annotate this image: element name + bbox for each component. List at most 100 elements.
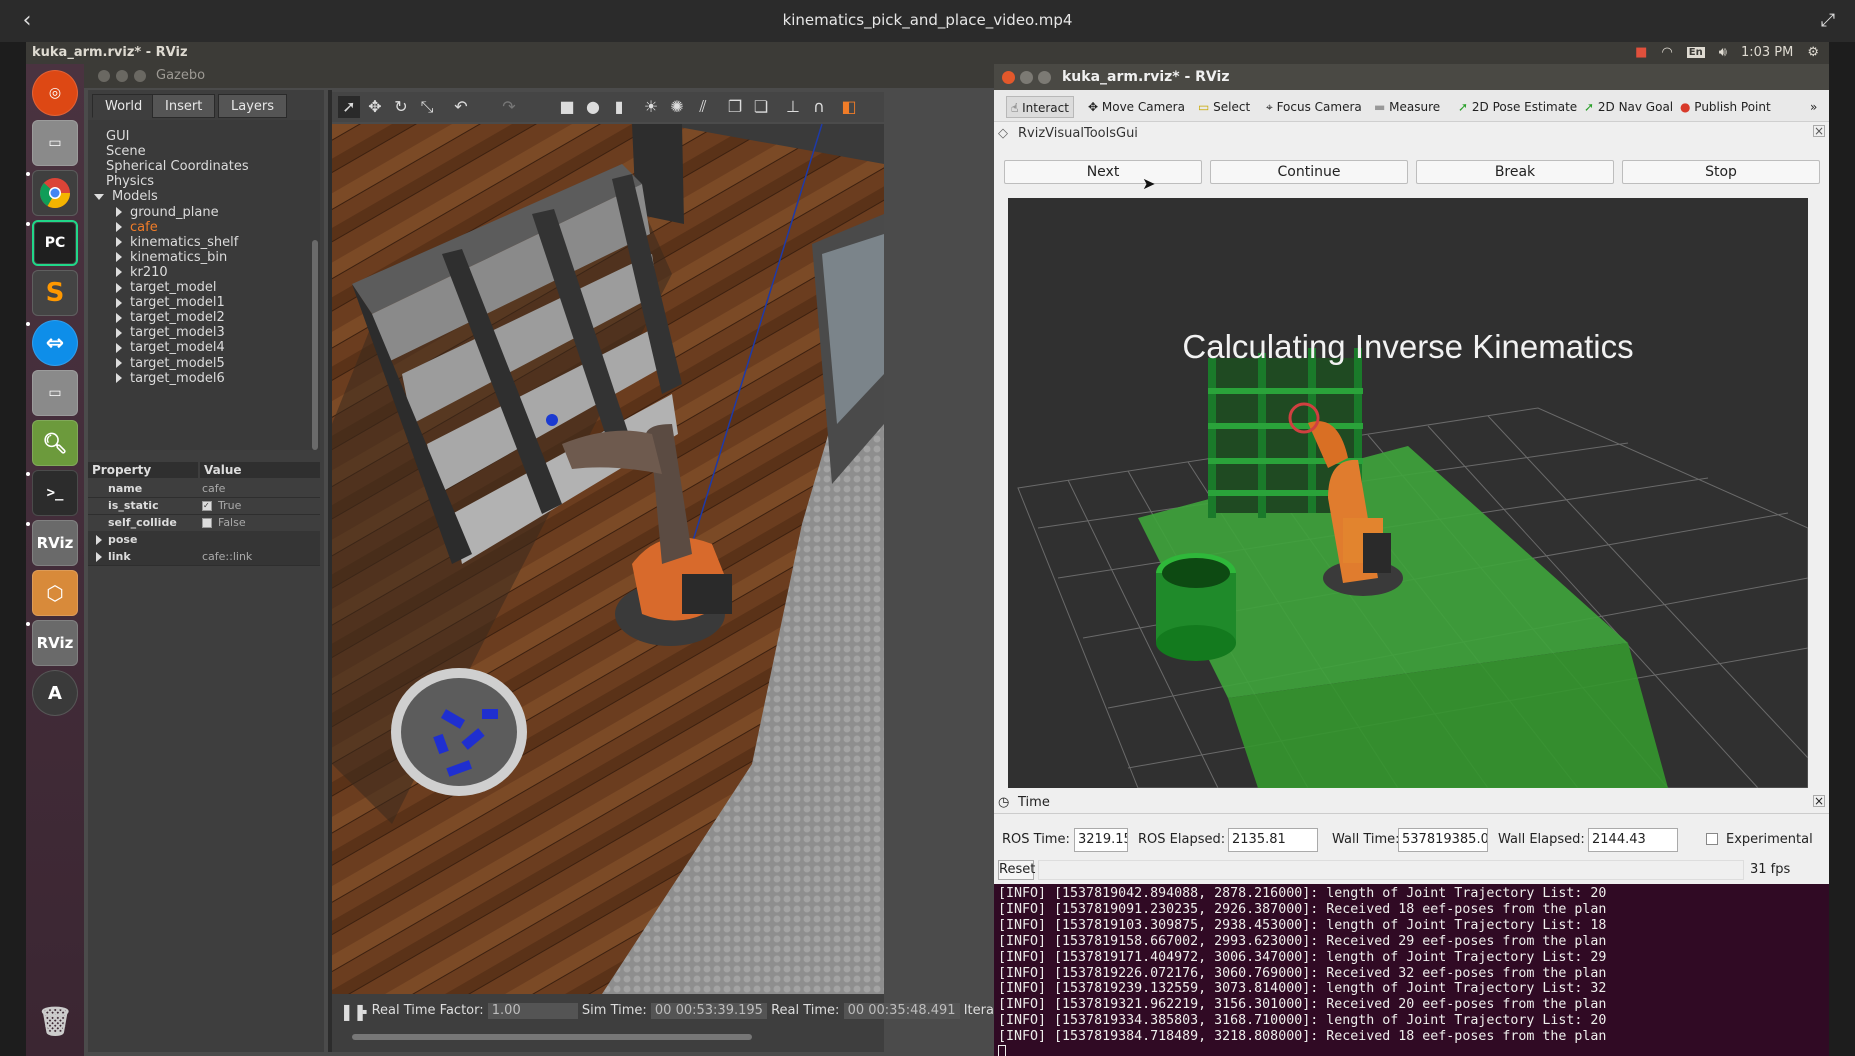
- tool-select[interactable]: ▭ Select: [1194, 96, 1254, 118]
- volume-icon[interactable]: 🔊︎: [1719, 45, 1727, 60]
- rviz-3d-view[interactable]: Calculating Inverse Kinematics: [1008, 198, 1808, 788]
- gazebo-3d-viewport[interactable]: [332, 124, 884, 994]
- break-button[interactable]: Break: [1416, 160, 1614, 184]
- chrome-icon[interactable]: [32, 170, 78, 216]
- rviz-icon[interactable]: RViz: [32, 520, 78, 566]
- tool-2d-pose-estimate[interactable]: ➚ 2D Pose Estimate: [1454, 96, 1581, 118]
- clock[interactable]: 1:03 PM: [1741, 45, 1793, 60]
- wifi-icon[interactable]: ◠: [1661, 45, 1672, 60]
- maximize-button[interactable]: [134, 70, 146, 82]
- wall-time-field[interactable]: 537819385.09: [1398, 828, 1488, 852]
- collapsed-arrow-icon[interactable]: [96, 535, 102, 545]
- software-updater-icon[interactable]: A: [32, 670, 78, 716]
- image-viewer-icon[interactable]: 🔍︎: [32, 420, 78, 466]
- tool-interact[interactable]: ☝ Interact: [1006, 96, 1074, 118]
- sublime-text-icon[interactable]: S: [32, 270, 78, 316]
- box-shape-icon[interactable]: ■: [556, 96, 578, 118]
- fullscreen-icon[interactable]: ⤢: [1815, 8, 1841, 34]
- tool-move-camera[interactable]: ✥ Move Camera: [1084, 96, 1189, 118]
- experimental-checkbox[interactable]: [1706, 833, 1718, 845]
- property-row[interactable]: self_collide False: [88, 514, 320, 532]
- wall-elapsed-field[interactable]: 2144.43: [1588, 828, 1678, 852]
- property-row[interactable]: name cafe: [88, 480, 320, 498]
- select-arrow-icon[interactable]: ➚: [338, 96, 360, 118]
- collapsed-arrow-icon[interactable]: [116, 222, 122, 233]
- collapsed-arrow-icon[interactable]: [116, 297, 122, 308]
- stop-button[interactable]: Stop: [1622, 160, 1820, 184]
- translate-icon[interactable]: ✥: [364, 96, 386, 118]
- keyboard-language-indicator[interactable]: En: [1686, 47, 1705, 58]
- tool-focus-camera[interactable]: ⌖ Focus Camera: [1262, 96, 1366, 118]
- checkbox[interactable]: ✓: [202, 501, 212, 511]
- scale-icon[interactable]: ⤡: [416, 96, 438, 118]
- collapsed-arrow-icon[interactable]: [116, 237, 122, 248]
- toolbar-overflow-icon[interactable]: »: [1806, 96, 1821, 118]
- recording-icon[interactable]: ■: [1635, 45, 1647, 60]
- next-button[interactable]: Next: [1004, 160, 1202, 184]
- horizontal-scrollbar[interactable]: [352, 1034, 752, 1040]
- point-light-icon[interactable]: ☀: [640, 96, 662, 118]
- tool-measure[interactable]: ▬ Measure: [1370, 96, 1444, 118]
- property-value-cell[interactable]: ✓ True: [202, 497, 314, 515]
- collapsed-arrow-icon[interactable]: [96, 552, 102, 562]
- terminal-icon[interactable]: >_: [32, 470, 78, 516]
- files-icon[interactable]: ▭: [32, 120, 78, 166]
- tree-scrollbar[interactable]: [312, 240, 318, 450]
- collapsed-arrow-icon[interactable]: [116, 312, 122, 323]
- property-value-cell[interactable]: cafe::link: [202, 548, 314, 566]
- property-row[interactable]: link cafe::link: [88, 548, 320, 566]
- align-icon[interactable]: ⊥: [782, 96, 804, 118]
- rviz-icon[interactable]: RViz: [32, 620, 78, 666]
- collapsed-arrow-icon[interactable]: [116, 252, 122, 263]
- snap-icon[interactable]: ∩: [808, 96, 830, 118]
- rotate-icon[interactable]: ↻: [390, 96, 412, 118]
- undo-icon[interactable]: ↶: [450, 96, 472, 118]
- cylinder-shape-icon[interactable]: ▮: [608, 96, 630, 118]
- view-angle-icon[interactable]: ◧: [838, 96, 860, 118]
- ros-time-field[interactable]: 3219.15: [1074, 828, 1128, 852]
- tool-publish-point[interactable]: ● Publish Point: [1676, 96, 1775, 118]
- collapsed-arrow-icon[interactable]: [116, 373, 122, 384]
- close-button[interactable]: [1002, 71, 1015, 84]
- teamviewer-icon[interactable]: ⇔: [32, 320, 78, 366]
- close-button[interactable]: [98, 70, 110, 82]
- spot-light-icon[interactable]: ✺: [666, 96, 688, 118]
- collapsed-arrow-icon[interactable]: [116, 282, 122, 293]
- property-value-cell[interactable]: False: [202, 514, 314, 532]
- collapsed-arrow-icon[interactable]: [116, 207, 122, 217]
- close-panel-icon[interactable]: ×: [1813, 125, 1825, 137]
- tab-insert[interactable]: Insert: [152, 94, 216, 118]
- minimize-button[interactable]: [116, 70, 128, 82]
- property-value-cell[interactable]: cafe: [202, 480, 314, 498]
- tab-world[interactable]: World: [92, 94, 156, 118]
- reset-button[interactable]: Reset: [998, 860, 1035, 880]
- directional-light-icon[interactable]: ⫽: [692, 96, 714, 118]
- paste-icon[interactable]: ❏: [750, 96, 772, 118]
- tab-layers[interactable]: Layers: [218, 94, 288, 118]
- collapsed-arrow-icon[interactable]: [116, 267, 122, 278]
- maximize-button[interactable]: [1038, 71, 1051, 84]
- pycharm-icon[interactable]: PC: [32, 220, 78, 266]
- continue-button[interactable]: Continue: [1210, 160, 1408, 184]
- collapsed-arrow-icon[interactable]: [116, 358, 122, 368]
- sphere-shape-icon[interactable]: ●: [582, 96, 604, 118]
- gear-icon[interactable]: ⚙: [1807, 45, 1819, 60]
- ubuntu-logo-icon[interactable]: ◎: [32, 70, 78, 116]
- collapsed-arrow-icon[interactable]: [116, 327, 122, 338]
- copy-icon[interactable]: ❐: [724, 96, 746, 118]
- trash-icon[interactable]: 🗑︎: [32, 998, 78, 1044]
- terminal-output[interactable]: [INFO] [1537819042.894088, 2878.216000]:…: [994, 884, 1829, 1056]
- expanded-arrow-icon[interactable]: [94, 193, 104, 200]
- tool-2d-nav-goal[interactable]: ➚ 2D Nav Goal: [1580, 96, 1677, 118]
- collapsed-arrow-icon[interactable]: [116, 342, 122, 353]
- close-panel-icon[interactable]: ×: [1813, 795, 1825, 807]
- redo-icon[interactable]: ↷: [498, 96, 520, 118]
- minimize-button[interactable]: [1020, 71, 1033, 84]
- box-app-icon[interactable]: ⬡: [32, 570, 78, 616]
- ros-elapsed-field[interactable]: 2135.81: [1228, 828, 1318, 852]
- files-icon[interactable]: ▭: [32, 370, 78, 416]
- checkbox[interactable]: [202, 518, 212, 528]
- tree-item[interactable]: target_model6: [116, 370, 225, 388]
- property-row[interactable]: pose: [88, 531, 320, 549]
- property-row[interactable]: is_static ✓ True: [88, 497, 320, 515]
